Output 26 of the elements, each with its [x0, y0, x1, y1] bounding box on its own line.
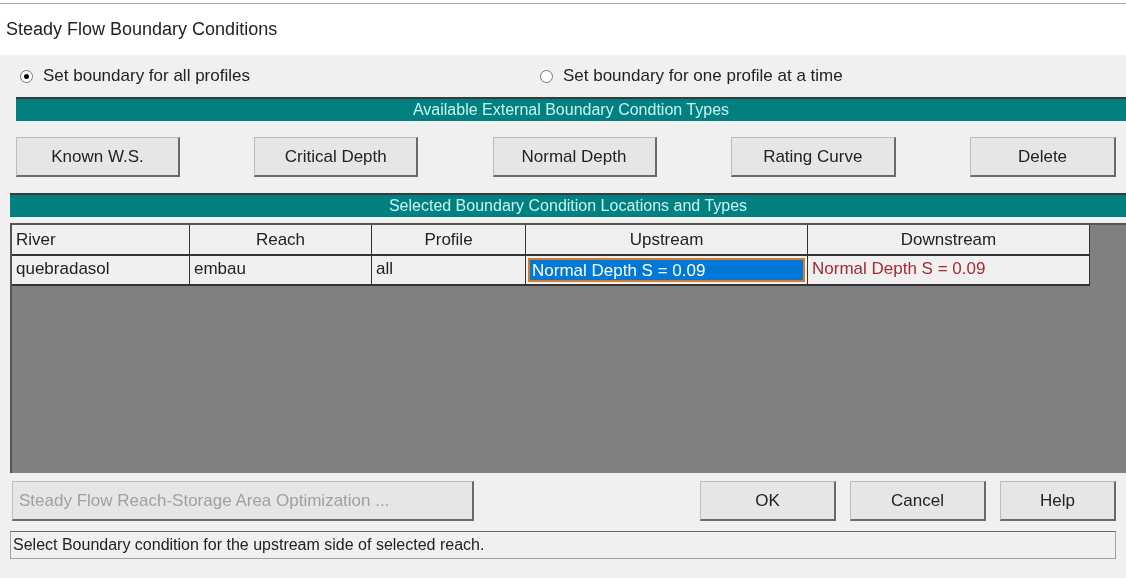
column-header: Downstream	[808, 225, 1090, 256]
type-button[interactable]: Normal Depth	[492, 137, 657, 177]
window-title: Steady Flow Boundary Conditions	[6, 18, 278, 41]
radio-icon[interactable]	[20, 69, 33, 83]
table-cell[interactable]: Normal Depth S = 0.09	[526, 256, 808, 286]
column-header: River	[12, 225, 190, 256]
dialog-button[interactable]: Cancel	[850, 481, 986, 521]
radio-icon[interactable]	[539, 69, 553, 83]
section-header: Available External Boundary Condtion Types	[16, 97, 1126, 121]
dialog-button[interactable]: Help	[1000, 481, 1116, 521]
radio-option[interactable]: Set boundary for one profile at a time	[539, 63, 843, 89]
table-cell[interactable]: quebradasol	[12, 256, 190, 286]
section-header: Selected Boundary Condition Locations and Types	[10, 193, 1126, 217]
column-header: Reach	[190, 225, 372, 256]
type-button[interactable]: Critical Depth	[254, 137, 419, 177]
table-cell[interactable]: embau	[190, 256, 372, 286]
column-header: Profile	[372, 225, 526, 256]
type-button[interactable]: Rating Curve	[730, 137, 896, 177]
table-cell[interactable]: all	[372, 256, 526, 286]
status-bar: Select Boundary condition for the upstream side of selected reach.	[10, 531, 1116, 559]
column-header: Upstream	[526, 225, 808, 256]
type-button[interactable]: Known W.S.	[16, 137, 180, 177]
radio-option[interactable]: Set boundary for all profiles	[20, 63, 250, 89]
table-cell[interactable]: Normal Depth S = 0.09	[808, 256, 1090, 286]
type-button[interactable]: Delete	[970, 137, 1116, 177]
dialog-button[interactable]: OK	[700, 481, 836, 521]
